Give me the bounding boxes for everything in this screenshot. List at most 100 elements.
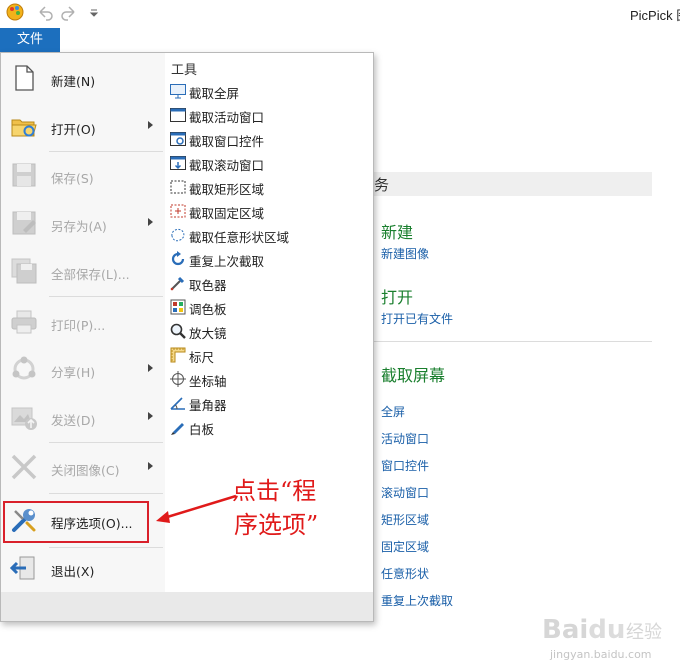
menu-item-exit[interactable]: 退出(X) (1, 547, 165, 591)
file-tab[interactable]: 文件 (0, 28, 60, 52)
capture-fixed-region-link[interactable]: 固定区域 (381, 538, 429, 555)
submenu-arrow-icon (148, 462, 153, 470)
tool-color-picker[interactable]: 取色器 (169, 272, 369, 294)
capture-window-control-link[interactable]: 窗口控件 (381, 457, 429, 474)
divider (372, 341, 652, 342)
tool-capture-active-window[interactable]: 截取活动窗口 (169, 104, 369, 126)
freehand-region-icon (171, 228, 185, 242)
send-icon (11, 407, 37, 430)
picpick-logo-icon[interactable] (6, 3, 24, 21)
capture-rectangle-link[interactable]: 矩形区域 (381, 511, 429, 528)
customize-quick-access-icon[interactable] (88, 4, 100, 22)
save-icon (12, 163, 36, 187)
menu-item-new[interactable]: 新建(N) (1, 57, 165, 101)
menu-item-open[interactable]: 打开(O) (1, 105, 165, 149)
tool-label: 调色板 (189, 302, 227, 317)
whiteboard-pen-icon (171, 423, 184, 435)
tool-capture-fullscreen[interactable]: 截取全屏 (169, 80, 369, 102)
capture-active-window-link[interactable]: 活动窗口 (381, 430, 429, 447)
menu-item-save-all[interactable]: 全部保存(L)... (1, 250, 165, 294)
redo-icon[interactable] (60, 4, 78, 22)
menu-separator (49, 442, 163, 443)
tool-crosshair[interactable]: 坐标轴 (169, 368, 369, 390)
tool-label: 放大镜 (189, 326, 227, 341)
exit-icon (9, 556, 35, 580)
menu-separator (49, 493, 163, 494)
menu-item-share[interactable]: 分享(H) (1, 348, 165, 392)
ruler-icon (170, 347, 186, 363)
menu-separator (49, 151, 163, 152)
tool-color-palette[interactable]: 调色板 (169, 296, 369, 318)
section-new-title: 新建 (381, 223, 414, 242)
submenu-arrow-icon (148, 364, 153, 372)
share-icon (12, 356, 36, 380)
tool-capture-fixed-region[interactable]: 截取固定区域 (169, 200, 369, 222)
file-menu-footer (1, 592, 373, 621)
menu-item-label: 打印(P)... (51, 318, 106, 333)
section-capture-title: 截取屏幕 (381, 366, 446, 385)
menu-item-label: 打开(O) (51, 122, 96, 137)
tool-label: 白板 (189, 422, 215, 437)
save-all-icon (11, 258, 37, 284)
tool-capture-freehand[interactable]: 截取任意形状区域 (169, 224, 369, 246)
menu-item-label: 退出(X) (51, 564, 95, 579)
tasks-header-label: 务 (374, 176, 390, 194)
eyedropper-icon (170, 276, 185, 291)
watermark-text: Baidu (542, 615, 625, 645)
menu-item-label: 保存(S) (51, 171, 94, 186)
tool-protractor[interactable]: 量角器 (169, 392, 369, 414)
submenu-arrow-icon (148, 121, 153, 129)
annotation-arrow (156, 494, 237, 523)
capture-fullscreen-link[interactable]: 全屏 (381, 403, 405, 420)
section-open-title: 打开 (381, 288, 414, 307)
repeat-capture-icon (171, 251, 185, 266)
menu-item-send[interactable]: 发送(D) (1, 396, 165, 440)
menu-item-close-image[interactable]: 关闭图像(C) (1, 446, 165, 490)
menu-separator (49, 296, 163, 297)
fixed-region-icon (170, 204, 186, 218)
tool-capture-scrolling-window[interactable]: 截取滚动窗口 (169, 152, 369, 174)
menu-item-label: 新建(N) (51, 74, 96, 89)
menu-item-label: 全部保存(L)... (51, 267, 130, 282)
repeat-capture-link[interactable]: 重复上次截取 (381, 592, 453, 609)
menu-item-label: 关闭图像(C) (51, 463, 120, 478)
tool-label: 重复上次截取 (189, 254, 265, 269)
menu-item-label: 发送(D) (51, 413, 96, 428)
close-image-icon (11, 454, 37, 480)
tool-whiteboard[interactable]: 白板 (169, 416, 369, 438)
window-control-icon (170, 132, 186, 146)
tasks-header: 务 (372, 172, 652, 196)
magnifier-icon (170, 323, 186, 339)
print-icon (11, 310, 37, 334)
tool-label: 量角器 (189, 398, 227, 413)
menu-item-label: 另存为(A) (51, 219, 107, 234)
tool-capture-rectangle[interactable]: 截取矩形区域 (169, 176, 369, 198)
tool-label: 截取矩形区域 (189, 182, 265, 197)
capture-scrolling-window-link[interactable]: 滚动窗口 (381, 484, 429, 501)
tool-ruler[interactable]: 标尺 (169, 344, 369, 366)
tool-repeat-capture[interactable]: 重复上次截取 (169, 248, 369, 270)
menu-item-save-as[interactable]: 另存为(A) (1, 202, 165, 246)
tool-label: 截取固定区域 (189, 206, 265, 221)
submenu-arrow-icon (148, 412, 153, 420)
save-as-icon (12, 211, 36, 235)
tool-label: 取色器 (189, 278, 227, 293)
undo-icon[interactable] (36, 4, 54, 22)
annotation-line: 序选项” (234, 511, 319, 539)
palette-icon (170, 299, 186, 315)
window-icon (170, 108, 186, 122)
tool-capture-window-control[interactable]: 截取窗口控件 (169, 128, 369, 150)
capture-freehand-link[interactable]: 任意形状 (381, 565, 429, 582)
open-folder-icon (11, 119, 37, 137)
tool-label: 截取全屏 (189, 86, 240, 101)
tool-label: 截取活动窗口 (189, 110, 265, 125)
tool-label: 坐标轴 (189, 374, 227, 389)
new-image-link[interactable]: 新建图像 (381, 245, 429, 262)
baidu-watermark-logo: Baidu 经验 jingyan.baidu.com (542, 615, 662, 661)
annotation-text: 点击“程 序选项” (232, 474, 318, 542)
menu-item-save[interactable]: 保存(S) (1, 154, 165, 198)
tools-section-title: 工具 (171, 63, 198, 78)
tool-magnifier[interactable]: 放大镜 (169, 320, 369, 342)
menu-item-print[interactable]: 打印(P)... (1, 301, 165, 345)
open-file-link[interactable]: 打开已有文件 (381, 310, 453, 327)
